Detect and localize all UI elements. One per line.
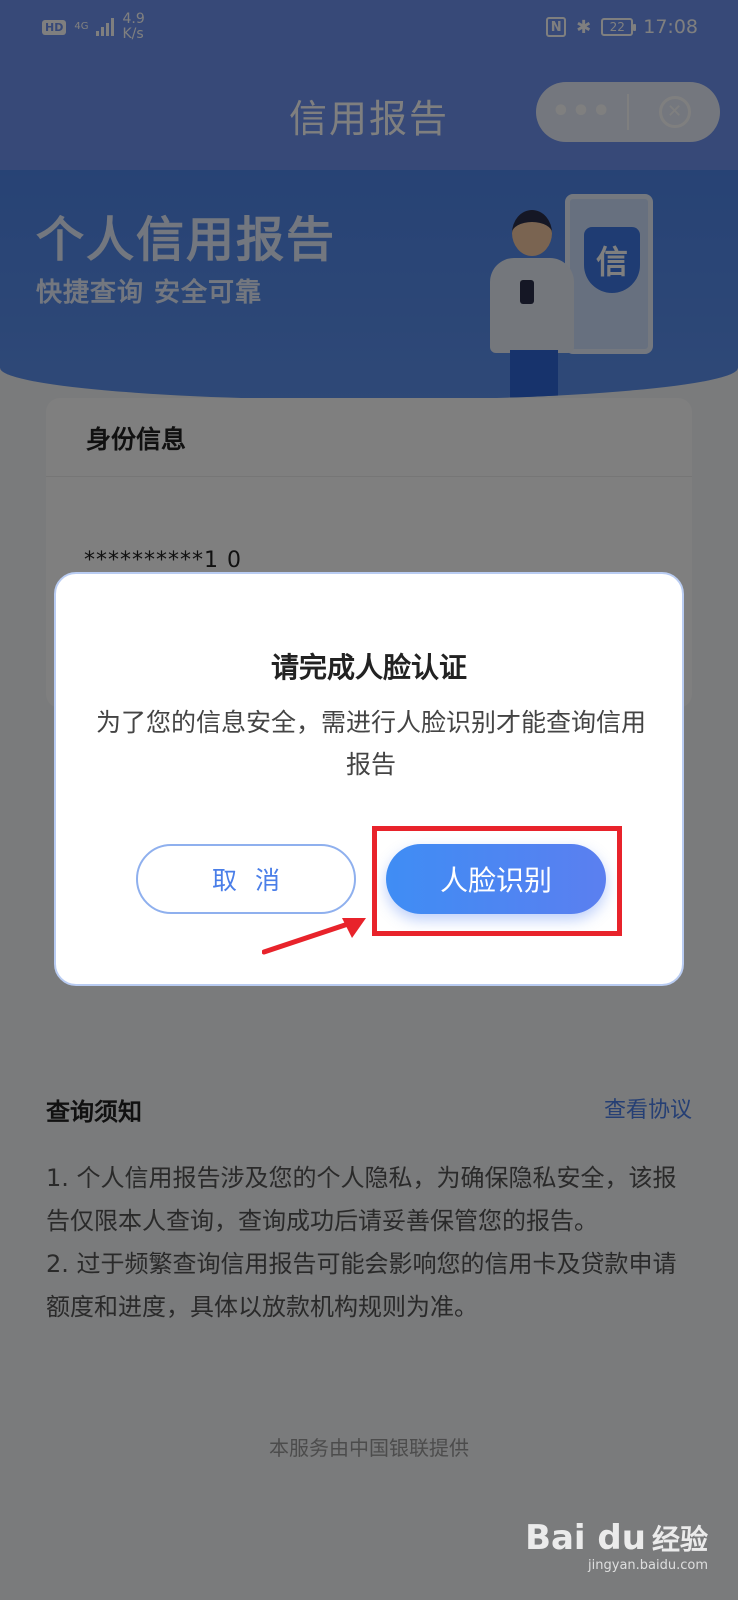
highlight-box [372, 826, 622, 936]
watermark-logo: Bai du [525, 1518, 646, 1558]
watermark-url: jingyan.baidu.com [588, 1558, 708, 1573]
dialog-message: 为了您的信息安全，需进行人脸识别才能查询信用报告 [95, 708, 646, 779]
watermark-text: 经验 [651, 1523, 708, 1556]
cancel-button[interactable]: 取消 [136, 844, 356, 914]
watermark: Bai du 经验 jingyan.baidu.com [525, 1518, 708, 1573]
arrow-icon [262, 918, 366, 955]
dialog-title: 请完成人脸认证 [270, 651, 467, 684]
